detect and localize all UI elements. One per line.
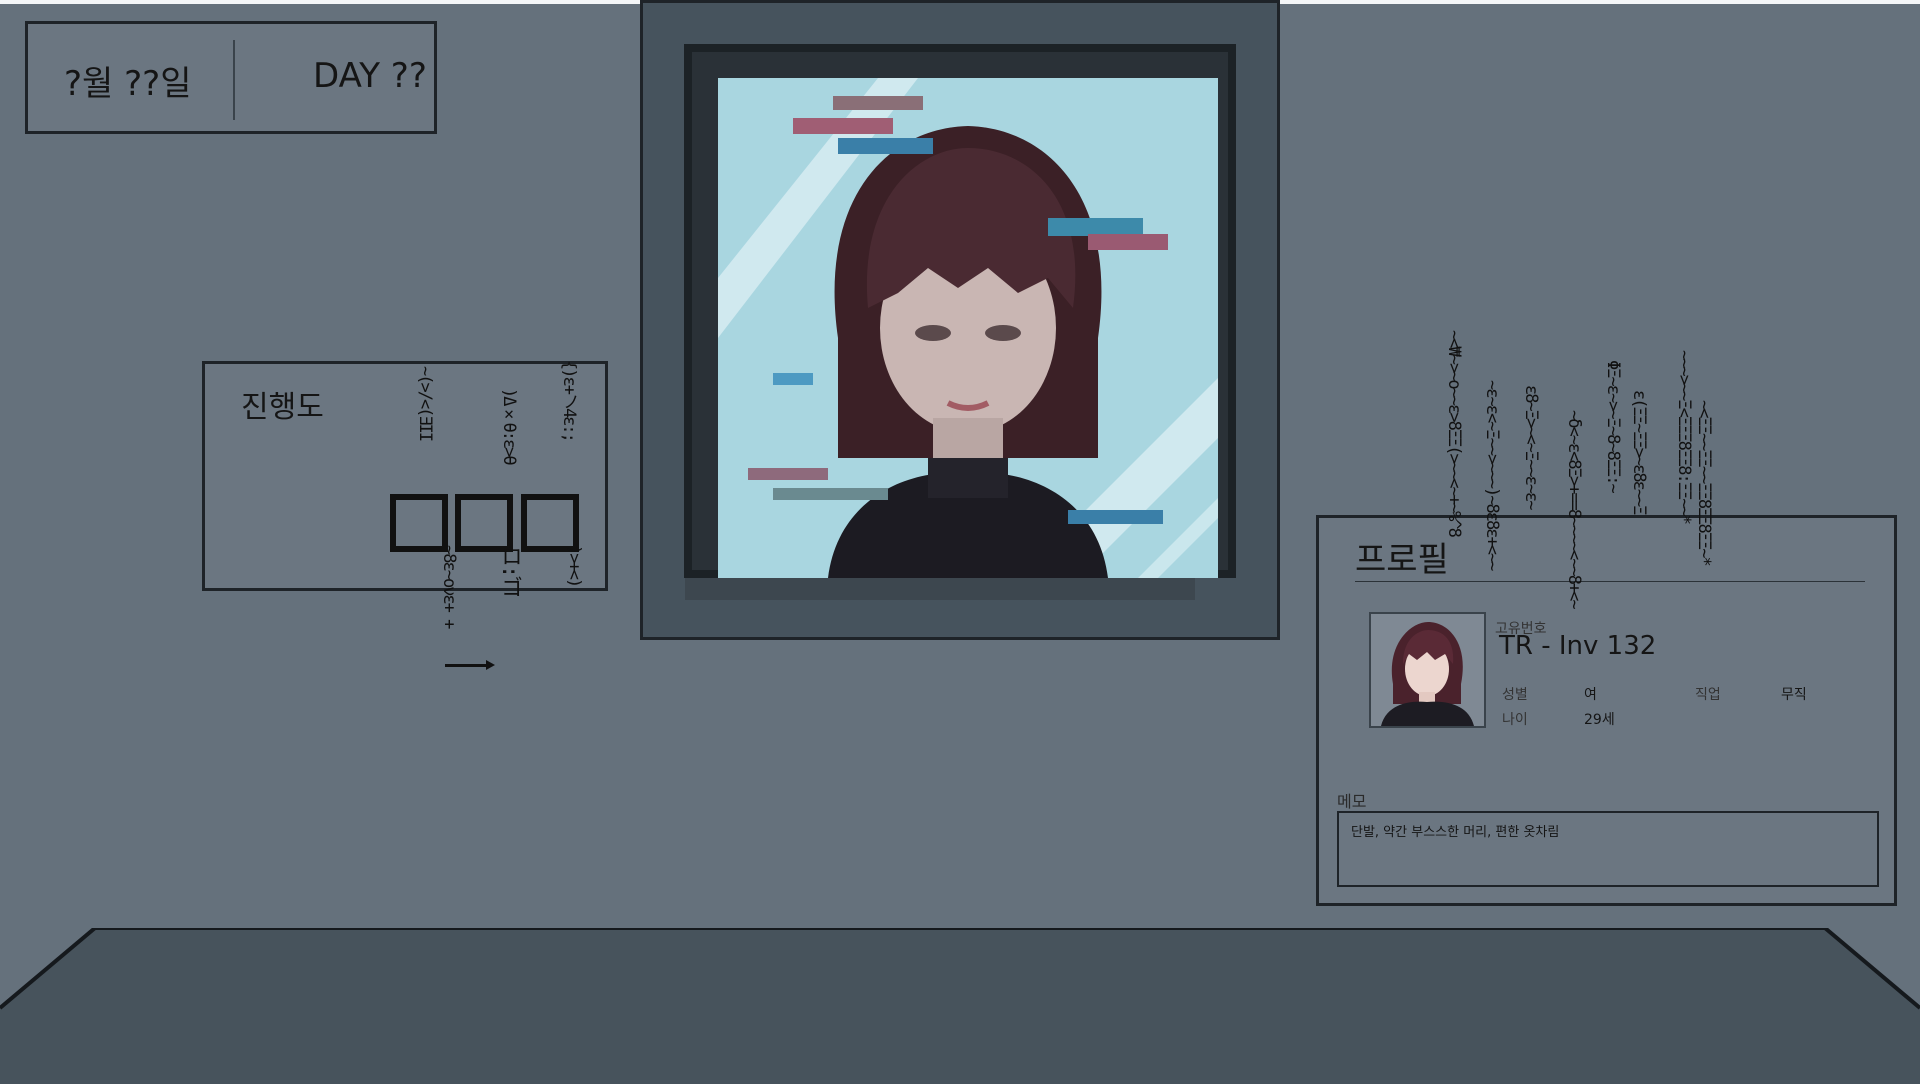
progress-slot-2	[455, 494, 513, 552]
age-label: 나이	[1502, 712, 1528, 728]
age-value: 29세	[1584, 712, 1615, 728]
profile-card[interactable]: 프로필 고유번호 TR - Inv 132 성별 여 직업 무직 나이 29세 …	[1316, 515, 1897, 906]
progress-panel[interactable]: 진행도	[202, 361, 608, 591]
progress-glitch-glyphs-4: ~8ε~ονε+ +	[439, 545, 459, 628]
day-counter: DAY ??	[313, 56, 427, 96]
glitch-column-4: ~δ<~ε<8Ξ>+==8~~~~<~~8+<~	[1564, 410, 1584, 608]
job-value: 무직	[1781, 687, 1807, 703]
avatar-illustration	[1371, 614, 1484, 726]
glitch-column-5: ΦΞ~ε~>~Ξ~8~8ΞΞ:~	[1603, 360, 1623, 492]
memo-label: 메모	[1337, 792, 1367, 811]
glitch-column-2: ~ε~ε<~Ξ~~>~~~)~8ε8ε+<~~	[1482, 380, 1502, 570]
avatar	[1369, 612, 1486, 728]
glitch-column-7: ~~~>~~Ξ<ΞΞΞ8ΞΞ8:ΞΞ~~*	[1674, 350, 1694, 523]
glitch-column-1: ~<₩~>~ο~~ε>8ΞΞ(>~~<~+~%^8	[1444, 330, 1464, 536]
progress-glitch-glyphs-6: )>+<)	[564, 545, 584, 587]
date-divider	[233, 40, 235, 120]
portrait-bevel	[692, 52, 1228, 578]
progress-arrow-head	[486, 660, 495, 670]
portrait-image	[718, 78, 1218, 578]
portrait-frame[interactable]	[640, 0, 1280, 640]
progress-glitch-glyphs-3: {)ε+ノ4ε:;	[559, 360, 579, 441]
memo-box: 단발, 약간 부스스한 머리, 편한 옷차림	[1337, 811, 1879, 887]
glitch-column-3: ε8~Ξ>~<~Ξ~~ε~ε~	[1521, 385, 1541, 509]
progress-title: 진행도	[241, 390, 324, 425]
glitch-column-8: ~<ΞΞ~~ΞΞ~~ΞΞ8ΞΞ8ΞΞ~*	[1694, 400, 1714, 565]
progress-arrow-icon	[445, 664, 489, 667]
profile-title: 프로필	[1355, 540, 1449, 580]
desk-surface	[0, 928, 1920, 1084]
profile-divider	[1355, 581, 1865, 582]
progress-slot-1	[390, 494, 448, 552]
progress-slot-3	[521, 494, 579, 552]
gender-label: 성별	[1502, 687, 1528, 703]
memo-text: 단발, 약간 부스스한 머리, 편한 옷차림	[1351, 825, 1560, 840]
gender-value: 여	[1584, 687, 1597, 703]
progress-glitch-glyphs-2: )Δ×θ:ε>θ	[499, 388, 519, 464]
portrait-shadow	[685, 578, 1195, 600]
portrait-illustration	[718, 78, 1218, 578]
portrait-frame-inner	[684, 44, 1236, 578]
job-label: 직업	[1695, 687, 1721, 703]
glitch-column-6: ε(ΞΞ~ΞΞ>~ε8ε~~Ξ	[1629, 390, 1649, 514]
progress-glitch-glyphs-5: ロ:ゴ	[497, 545, 522, 597]
date-month-day: ?월 ??일	[64, 64, 192, 104]
progress-glitch-glyphs-1: ~(>/<(ƎII	[415, 366, 435, 441]
date-panel: ?월 ??일 DAY ??	[25, 21, 437, 134]
id-value: TR - Inv 132	[1499, 631, 1657, 661]
